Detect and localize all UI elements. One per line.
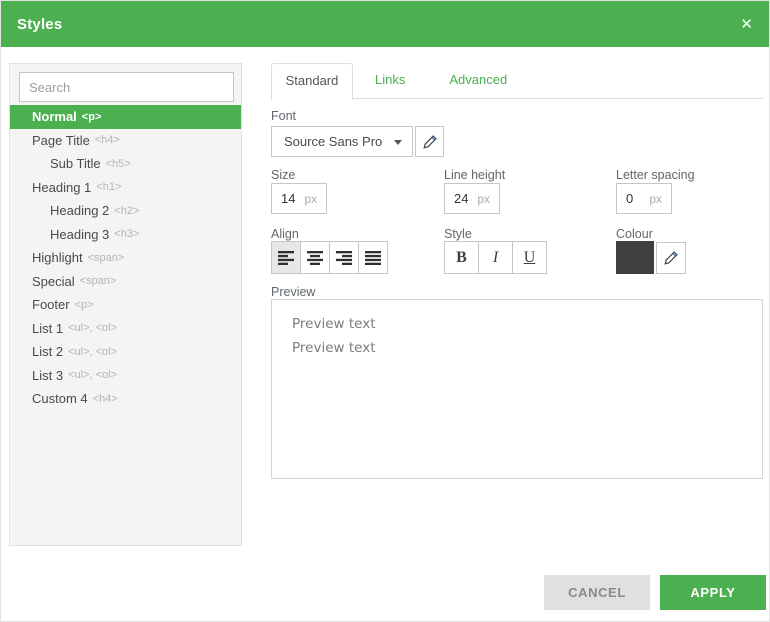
line-height-label: Line height [444, 168, 505, 182]
colour-label: Colour [616, 227, 653, 241]
style-item-heading-1[interactable]: Heading 1 <h1> [10, 176, 241, 200]
style-button-group: B I U [444, 241, 547, 274]
bold-button[interactable]: B [444, 241, 479, 274]
style-item-sub-title[interactable]: Sub Title <h5> [10, 152, 241, 176]
style-item-footer[interactable]: Footer <p> [10, 293, 241, 317]
line-height-input[interactable] [454, 191, 477, 206]
align-left-icon [278, 251, 295, 265]
font-label: Font [271, 109, 296, 123]
colour-edit-button[interactable] [656, 242, 686, 274]
style-label: Style [444, 227, 472, 241]
pencil-icon [664, 251, 678, 265]
dialog-header: Styles ✕ [1, 1, 769, 47]
tab-standard[interactable]: Standard [271, 63, 353, 100]
style-item-normal[interactable]: Normal <p> [10, 105, 241, 129]
style-item-special[interactable]: Special <span> [10, 270, 241, 294]
styles-sidebar: Normal <p> Page Title <h4> Sub Title <h5… [9, 63, 242, 546]
italic-button[interactable]: I [478, 241, 513, 274]
preview-text-line: Preview text [292, 312, 742, 336]
preview-box: Preview text Preview text [271, 299, 763, 479]
pencil-icon [423, 135, 437, 149]
close-icon[interactable]: ✕ [740, 1, 753, 47]
tab-bar: Standard Links Advanced [271, 63, 763, 99]
style-item-list-3[interactable]: List 3 <ul>, <ol> [10, 364, 241, 388]
style-item-list-1[interactable]: List 1 <ul>, <ol> [10, 317, 241, 341]
style-item-highlight[interactable]: Highlight <span> [10, 246, 241, 270]
style-item-page-title[interactable]: Page Title <h4> [10, 129, 241, 153]
cancel-button[interactable]: CANCEL [544, 575, 650, 610]
tab-links[interactable]: Links [353, 63, 427, 99]
apply-button[interactable]: APPLY [660, 575, 766, 610]
colour-swatch[interactable] [616, 241, 654, 274]
letter-spacing-label: Letter spacing [616, 168, 695, 182]
dialog-title: Styles [17, 16, 62, 33]
align-left-button[interactable] [271, 241, 301, 274]
size-input[interactable] [281, 191, 304, 206]
align-center-icon [307, 251, 324, 265]
align-right-icon [336, 251, 353, 265]
line-height-unit: px [477, 192, 490, 206]
align-label: Align [271, 227, 299, 241]
underline-button[interactable]: U [512, 241, 547, 274]
size-field: px [271, 183, 327, 214]
preview-label: Preview [271, 285, 315, 299]
letter-spacing-unit: px [649, 192, 662, 206]
line-height-field: px [444, 183, 500, 214]
style-editor-panel: Standard Links Advanced Font Source Sans… [271, 63, 763, 523]
letter-spacing-field: px [616, 183, 672, 214]
styles-dialog: Styles ✕ Normal <p> Page Title <h4> Sub … [0, 0, 770, 622]
align-justify-icon [365, 251, 382, 265]
style-item-heading-2[interactable]: Heading 2 <h2> [10, 199, 241, 223]
align-center-button[interactable] [300, 241, 330, 274]
align-right-button[interactable] [329, 241, 359, 274]
chevron-down-icon [394, 140, 402, 145]
font-edit-button[interactable] [415, 126, 444, 157]
style-item-custom-4[interactable]: Custom 4 <h4> [10, 387, 241, 411]
style-item-list-2[interactable]: List 2 <ul>, <ol> [10, 340, 241, 364]
preview-text-line: Preview text [292, 336, 742, 360]
align-justify-button[interactable] [358, 241, 388, 274]
letter-spacing-input[interactable] [626, 191, 649, 206]
search-input[interactable] [19, 72, 234, 102]
tab-advanced[interactable]: Advanced [427, 63, 529, 99]
font-select-value: Source Sans Pro [284, 134, 382, 149]
font-select[interactable]: Source Sans Pro [271, 126, 413, 157]
size-unit: px [304, 192, 317, 206]
style-item-heading-3[interactable]: Heading 3 <h3> [10, 223, 241, 247]
size-label: Size [271, 168, 295, 182]
align-button-group [271, 241, 388, 274]
